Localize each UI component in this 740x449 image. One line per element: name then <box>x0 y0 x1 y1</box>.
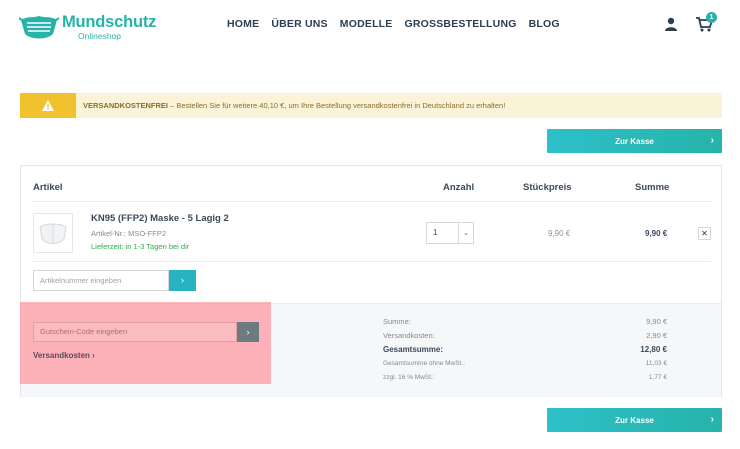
shipping-notice: VERSANDKOSTENFREI – Bestellen Sie für we… <box>20 93 722 118</box>
header-total: Summe <box>635 182 670 193</box>
summary-value-net: 11,03 € <box>645 360 667 367</box>
summary-label-total: Gesamtsumme: <box>383 345 444 354</box>
warning-icon <box>42 100 54 111</box>
line-total: 9,90 € <box>645 229 668 238</box>
cart-count-badge: 1 <box>706 12 717 23</box>
checkout-label: Zur Kasse <box>615 136 654 146</box>
main-nav: HOME ÜBER UNS MODELLE GROSSBESTELLUNG BL… <box>227 18 560 30</box>
product-sku: Artikel-Nr.: MSO-FFP2 <box>91 229 167 238</box>
sku-submit-button[interactable]: › <box>169 270 196 291</box>
nav-home[interactable]: HOME <box>227 18 259 30</box>
summary-value-vat: 1,77 € <box>648 374 667 381</box>
checkout-button-top[interactable]: Zur Kasse › <box>547 129 722 153</box>
nav-models[interactable]: MODELLE <box>340 18 393 30</box>
remove-item-button[interactable]: ✕ <box>698 227 711 240</box>
checkout-button-bottom[interactable]: Zur Kasse › <box>547 408 722 432</box>
header-unit-price: Stückpreis <box>523 182 572 193</box>
coupon-input[interactable]: Gutschein-Code eingeben <box>33 322 237 342</box>
notice-text: VERSANDKOSTENFREI – Bestellen Sie für we… <box>83 101 505 110</box>
summary-label-shipping: Versandkosten: <box>383 331 435 340</box>
logo[interactable]: Mundschutz Onlineshop <box>19 10 159 44</box>
chevron-right-icon: › <box>710 414 714 425</box>
shipping-costs-link[interactable]: Versandkosten › <box>33 351 95 360</box>
quantity-value: 1 <box>433 228 438 237</box>
divider <box>33 261 711 262</box>
sku-input[interactable]: Artikelnummer eingeben <box>33 270 169 291</box>
chevron-down-icon: ⌄ <box>458 223 473 243</box>
header-article: Artikel <box>33 182 63 193</box>
summary-label-vat: zzgl. 16 % MwSt.: <box>383 374 435 381</box>
product-name[interactable]: KN95 (FFP2) Maske - 5 Lagig 2 <box>91 213 229 224</box>
notice-icon-box <box>20 93 76 118</box>
nav-bulk-order[interactable]: GROSSBESTELLUNG <box>405 18 517 30</box>
nav-about[interactable]: ÜBER UNS <box>271 18 327 30</box>
checkout-label: Zur Kasse <box>615 415 654 425</box>
header-quantity: Anzahl <box>443 182 475 193</box>
mask-logo-icon <box>19 16 59 39</box>
delivery-time: Lieferzeit: in 1-3 Tagen bei dir <box>91 242 190 251</box>
summary-value-total: 12,80 € <box>640 345 667 354</box>
notice-title: VERSANDKOSTENFREI <box>83 101 169 110</box>
summary-value-subtotal: 9,90 € <box>646 317 667 326</box>
unit-price: 9,90 € <box>548 229 571 238</box>
chevron-right-icon: › <box>710 135 714 146</box>
highlight-overlay <box>20 302 271 384</box>
summary-value-shipping: 2,90 € <box>646 331 667 340</box>
summary-label-subtotal: Summe: <box>383 317 411 326</box>
logo-subtitle: Onlineshop <box>78 30 122 41</box>
product-thumbnail[interactable] <box>33 213 73 253</box>
user-icon[interactable] <box>664 17 678 31</box>
nav-blog[interactable]: BLOG <box>529 18 560 30</box>
coupon-submit-button[interactable]: › <box>237 322 259 342</box>
mask-image <box>39 223 67 244</box>
summary-label-net: Gesamtsumme ohne MwSt.: <box>383 360 465 367</box>
divider <box>33 201 711 202</box>
logo-title: Mundschutz <box>62 13 157 31</box>
notice-message: – Bestellen Sie für weitere 40,10 €, um … <box>168 101 506 110</box>
quantity-select[interactable]: 1 ⌄ <box>426 222 474 244</box>
